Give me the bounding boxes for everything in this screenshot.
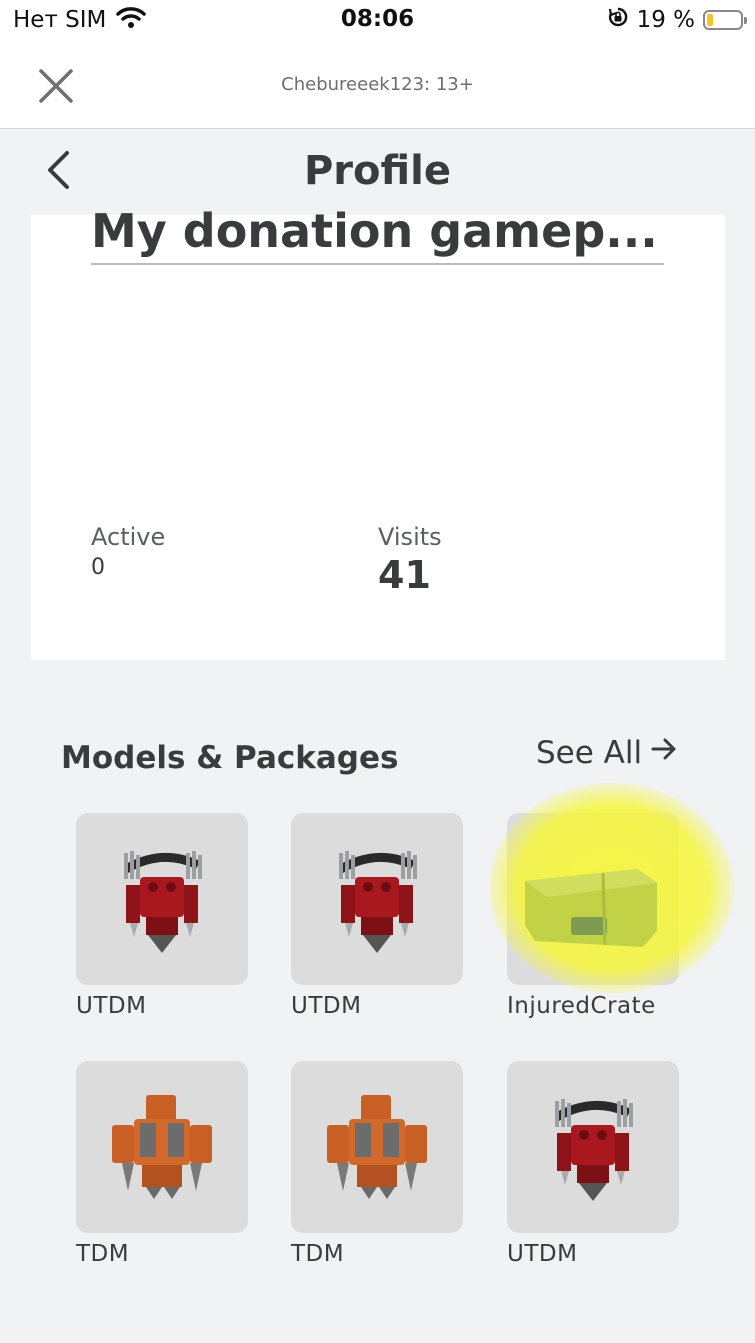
- model-item[interactable]: UTDM: [291, 813, 463, 1019]
- model-thumbnail[interactable]: [489, 783, 734, 993]
- rotation-lock-icon: [607, 6, 629, 34]
- battery-percent: 19 %: [636, 7, 695, 33]
- model-thumbnail[interactable]: [291, 1061, 463, 1233]
- visits-label: Visits: [378, 523, 442, 551]
- chevron-left-icon: [45, 150, 71, 194]
- active-label: Active: [91, 523, 166, 551]
- red-robot-avatar-icon: [124, 851, 202, 953]
- model-item[interactable]: TDM: [291, 1061, 463, 1267]
- model-label[interactable]: TDM: [291, 1241, 463, 1267]
- active-stat: Active 0: [91, 523, 165, 580]
- see-all-label: See All: [536, 735, 643, 771]
- model-thumbnail[interactable]: [76, 1061, 248, 1233]
- model-label[interactable]: TDM: [76, 1241, 248, 1267]
- orange-robot-avatar-icon: [112, 1095, 212, 1199]
- see-all-link[interactable]: See All: [536, 735, 678, 771]
- back-button[interactable]: [36, 146, 80, 198]
- close-icon: [38, 68, 74, 108]
- page-title: Profile: [303, 148, 451, 194]
- model-thumbnail[interactable]: [507, 1061, 679, 1233]
- status-bar: Нет SIM 08:06 19 %: [0, 0, 755, 44]
- status-left: Нет SIM: [13, 6, 147, 34]
- account-label: Chebureeek123: 13+: [281, 74, 474, 95]
- model-thumbnail[interactable]: [291, 813, 463, 985]
- game-card[interactable]: My donation gamep... Active 0 Visits 41: [31, 204, 725, 660]
- battery-fill: [707, 14, 713, 26]
- section-title-models: Models & Packages: [61, 740, 399, 776]
- carrier-label: Нет SIM: [13, 7, 107, 33]
- green-crate-icon: [525, 869, 657, 947]
- active-value: 0: [91, 555, 105, 580]
- visits-value: 41: [378, 553, 431, 597]
- model-label[interactable]: UTDM: [291, 993, 463, 1019]
- orange-robot-avatar-icon: [327, 1095, 427, 1199]
- model-item[interactable]: UTDM: [76, 813, 248, 1019]
- model-label[interactable]: InjuredCrate: [507, 993, 679, 1019]
- model-item[interactable]: TDM: [76, 1061, 248, 1267]
- game-title[interactable]: My donation gamep...: [91, 203, 664, 265]
- red-robot-avatar-icon: [339, 851, 417, 953]
- status-right: 19 %: [607, 6, 747, 34]
- model-label[interactable]: UTDM: [76, 993, 248, 1019]
- model-item[interactable]: InjuredCrate: [489, 783, 734, 1019]
- battery-icon: [703, 10, 747, 30]
- model-label[interactable]: UTDM: [507, 1241, 679, 1267]
- model-item[interactable]: UTDM: [507, 1061, 679, 1267]
- battery-cap: [744, 17, 747, 24]
- close-button[interactable]: [30, 62, 82, 114]
- red-robot-avatar-icon: [555, 1099, 633, 1201]
- arrow-right-icon: [650, 735, 678, 771]
- wifi-icon: [116, 6, 147, 34]
- visits-stat: Visits 41: [378, 523, 442, 597]
- top-bar: Chebureeek123: 13+: [0, 44, 755, 129]
- model-thumbnail[interactable]: [76, 813, 248, 985]
